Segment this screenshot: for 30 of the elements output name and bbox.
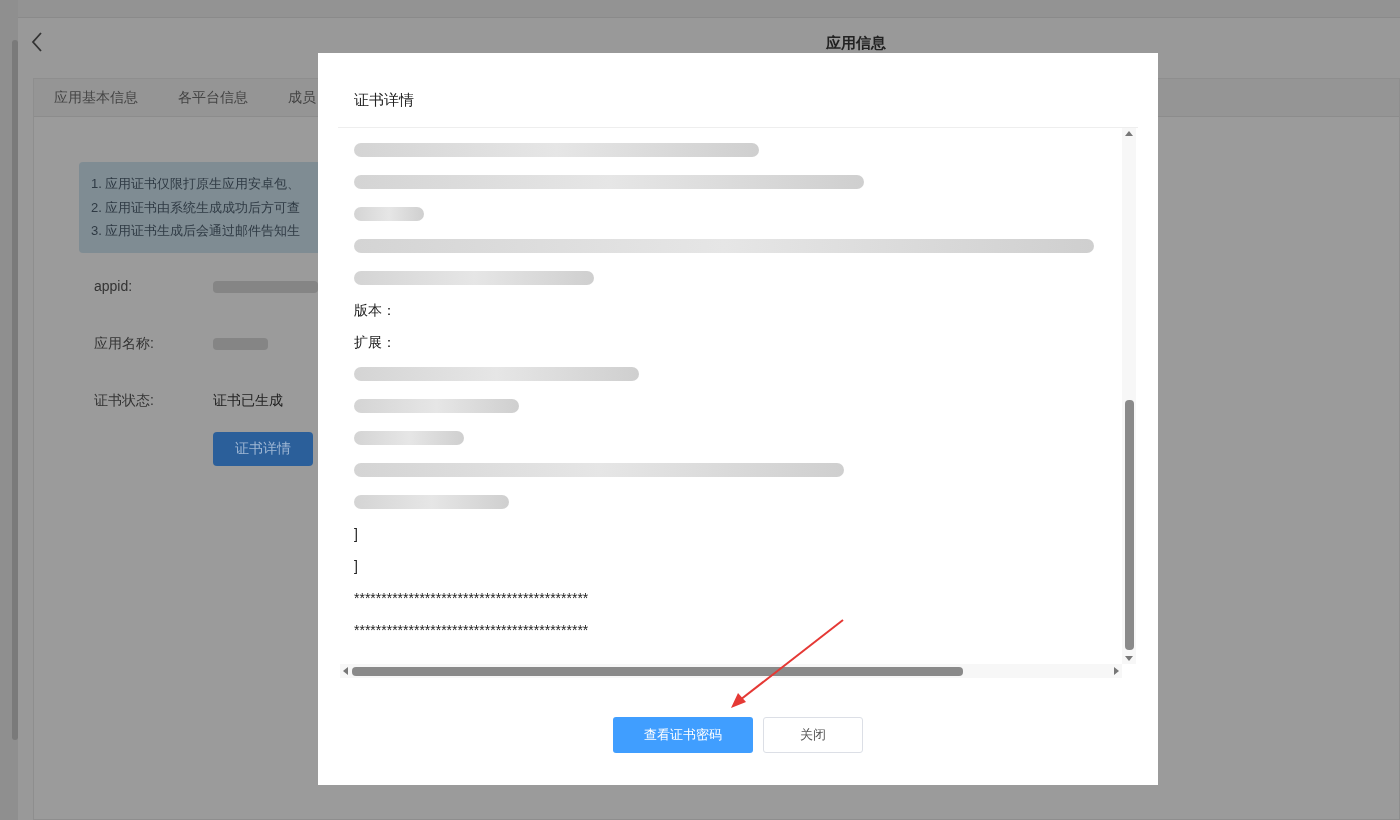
vertical-scrollbar[interactable] xyxy=(1122,128,1136,664)
horizontal-scrollbar[interactable] xyxy=(340,664,1122,678)
certificate-line: ******************************************* xyxy=(354,588,589,608)
field-label: 应用名称: xyxy=(94,334,155,353)
certificate-line: ] xyxy=(354,556,358,576)
close-button[interactable]: 关闭 xyxy=(763,717,863,753)
scroll-right-icon[interactable] xyxy=(1114,667,1120,675)
field-label: 证书状态: xyxy=(94,391,155,410)
dialog-title: 证书详情 xyxy=(354,89,414,110)
field-label: appid: xyxy=(94,277,134,296)
scrollbar-icon xyxy=(12,40,18,740)
notice-text: 2. 应用证书由系统生成成功后方可查 xyxy=(91,198,302,217)
page-title: 应用信息 xyxy=(826,33,886,53)
certificate-line: 版本： xyxy=(354,300,396,320)
view-password-button[interactable]: 查看证书密码 xyxy=(613,717,753,753)
redacted-text xyxy=(354,207,424,221)
detail-button[interactable]: 证书详情 xyxy=(213,431,313,466)
scroll-up-icon[interactable] xyxy=(1125,130,1133,136)
notice-text: 1. 应用证书仅限打原生应用安卓包、 xyxy=(91,175,302,193)
back-icon[interactable] xyxy=(30,31,44,53)
certificate-line: 扩展： xyxy=(354,332,396,352)
scroll-left-icon[interactable] xyxy=(342,667,348,675)
tab[interactable]: 各平台信息 xyxy=(178,87,248,108)
tab[interactable]: 应用基本信息 xyxy=(54,87,138,108)
certificate-line: ] xyxy=(354,524,358,544)
scroll-down-icon[interactable] xyxy=(1125,656,1133,662)
certificate-line: ******************************************* xyxy=(354,620,589,640)
field-value: 证书已生成 xyxy=(213,391,283,410)
notice-text: 3. 应用证书生成后会通过邮件告知生 xyxy=(91,222,302,240)
tab[interactable]: 成员 xyxy=(288,87,316,108)
